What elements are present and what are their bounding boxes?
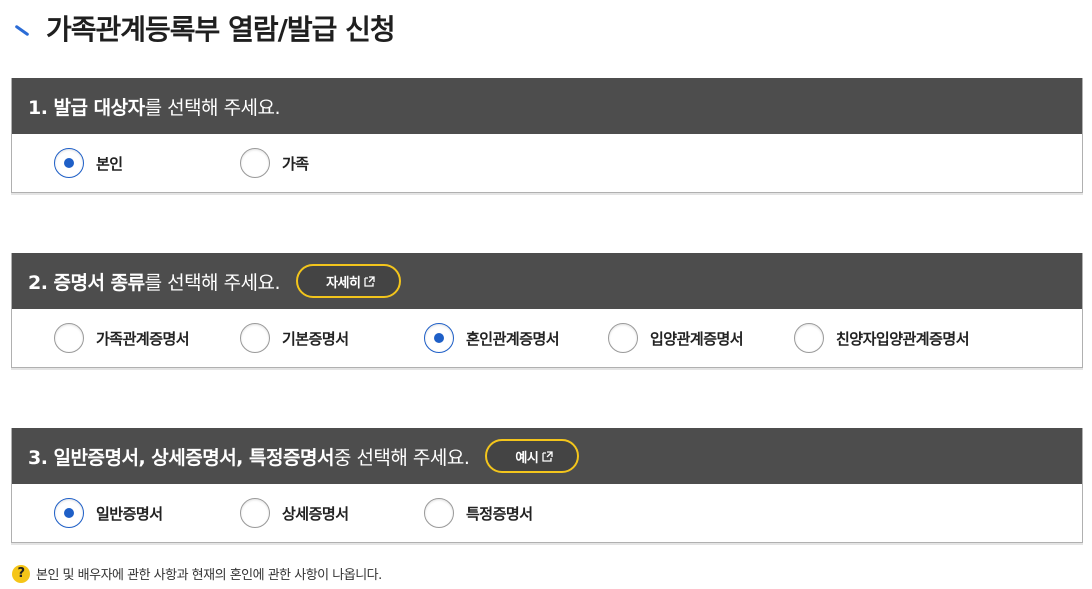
section-header-rest: 를 선택해 주세요. [144,271,281,294]
section-header: 3. 일반증명서, 상세증명서, 특정증명서 중 선택해 주세요. 예시 [12,428,1082,484]
radio-option-self[interactable]: 본인 [54,148,240,178]
page-title: 가족관계등록부 열람/발급 신청 [14,8,396,48]
radio-button[interactable] [240,148,270,178]
radio-option-detailed-cert[interactable]: 상세증명서 [240,498,424,528]
radio-label: 가족 [282,154,309,173]
radio-option-specific-cert[interactable]: 특정증명서 [424,498,533,528]
radio-button[interactable] [424,498,454,528]
page-title-text: 가족관계등록부 열람/발급 신청 [46,13,396,46]
help-note: ? 본인 및 배우자에 관한 사항과 현재의 혼인에 관한 사항이 나옵니다. [12,564,382,583]
section-header-bold: 3. 일반증명서, 상세증명서, 특정증명서 [28,446,334,469]
radio-button[interactable] [424,323,454,353]
details-button[interactable]: 자세히 [296,264,402,298]
section-target: 1. 발급 대상자 를 선택해 주세요. 본인 가족 [11,78,1083,193]
section-header-bold: 2. 증명서 종류 [28,271,145,294]
radio-label: 친양자입양관계증명서 [836,329,970,348]
radio-label: 특정증명서 [466,504,533,523]
radio-button[interactable] [54,148,84,178]
question-icon: ? [12,564,30,583]
radio-option-general-cert[interactable]: 일반증명서 [54,498,240,528]
section-header-rest: 중 선택해 주세요. [333,446,470,469]
section-header-bold: 1. 발급 대상자 [28,96,145,119]
section-certificate-type: 2. 증명서 종류 를 선택해 주세요. 자세히 가족관계증명서 기본증명서 혼인… [11,253,1083,368]
example-button-label: 예시 [515,450,539,466]
radio-option-marriage-cert[interactable]: 혼인관계증명서 [424,323,608,353]
example-button[interactable]: 예시 [485,439,580,473]
radio-label: 혼인관계증명서 [466,329,560,348]
external-link-icon [542,450,553,462]
radio-group-scope: 일반증명서 상세증명서 특정증명서 [12,484,1082,542]
radio-button[interactable] [608,323,638,353]
radio-label: 기본증명서 [282,329,349,348]
radio-button[interactable] [240,498,270,528]
help-note-text: 본인 및 배우자에 관한 사항과 현재의 혼인에 관한 사항이 나옵니다. [36,568,382,583]
radio-label: 입양관계증명서 [650,329,744,348]
radio-button[interactable] [54,323,84,353]
details-button-label: 자세히 [326,275,361,291]
section-header-rest: 를 선택해 주세요. [144,96,281,119]
section-header: 1. 발급 대상자 를 선택해 주세요. [12,78,1082,134]
radio-button[interactable] [240,323,270,353]
radio-group-target: 본인 가족 [12,134,1082,192]
radio-label: 일반증명서 [96,504,163,523]
radio-label: 상세증명서 [282,504,349,523]
radio-button[interactable] [54,498,84,528]
title-accent-mark [14,24,30,36]
section-certificate-scope: 3. 일반증명서, 상세증명서, 특정증명서 중 선택해 주세요. 예시 일반증… [11,428,1083,543]
radio-option-adoption-cert[interactable]: 입양관계증명서 [608,323,794,353]
radio-button[interactable] [794,323,824,353]
radio-group-certificate: 가족관계증명서 기본증명서 혼인관계증명서 입양관계증명서 친양자입양관계증명서 [12,309,1082,367]
radio-option-family-relation-cert[interactable]: 가족관계증명서 [54,323,240,353]
radio-label: 본인 [96,154,123,173]
section-header: 2. 증명서 종류 를 선택해 주세요. 자세히 [12,253,1082,309]
radio-option-full-adoption-cert[interactable]: 친양자입양관계증명서 [794,323,970,353]
radio-option-basic-cert[interactable]: 기본증명서 [240,323,424,353]
radio-option-family[interactable]: 가족 [240,148,309,178]
radio-label: 가족관계증명서 [96,329,190,348]
external-link-icon [364,275,376,287]
